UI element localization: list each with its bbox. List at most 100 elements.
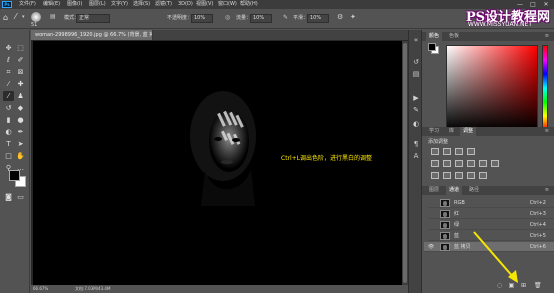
gradient-icon[interactable]: ▮ bbox=[3, 115, 14, 125]
pen-icon[interactable]: ✒ bbox=[15, 127, 26, 137]
paragraph-panel-icon[interactable]: ¶ bbox=[412, 140, 420, 148]
pressure-opacity-icon[interactable]: ◎ bbox=[225, 14, 230, 21]
chevron-down-icon[interactable]: ▾ bbox=[22, 14, 25, 20]
delete-channel-icon[interactable]: 🗑 bbox=[534, 282, 542, 289]
color-balance-icon[interactable] bbox=[455, 160, 463, 167]
gradient-map-icon[interactable] bbox=[467, 172, 475, 179]
airbrush-icon[interactable]: ✎ bbox=[283, 14, 288, 21]
move-icon[interactable]: ✥ bbox=[3, 43, 14, 53]
hue-slider[interactable] bbox=[542, 45, 548, 131]
panel-fg-swatch[interactable] bbox=[428, 43, 436, 51]
heal-icon[interactable]: ✚ bbox=[15, 79, 26, 89]
adjust-menu-icon[interactable]: ≡ bbox=[542, 127, 552, 136]
blur-icon[interactable]: ● bbox=[15, 115, 26, 125]
threshold-icon[interactable] bbox=[455, 172, 463, 179]
selective-color-icon[interactable] bbox=[479, 172, 487, 179]
menu-type[interactable]: 文字(Y) bbox=[111, 0, 128, 9]
brush-settings-icon[interactable]: ▤ bbox=[50, 13, 56, 20]
portrait-image bbox=[190, 91, 256, 206]
adjust-title: 添加调整 bbox=[428, 139, 449, 145]
zoom-level[interactable]: 66.67% bbox=[33, 285, 48, 293]
opacity-input[interactable]: 10% bbox=[191, 14, 213, 23]
eraser-icon[interactable]: ◆ bbox=[15, 103, 26, 113]
channel-row-red[interactable]: 红 Ctrl+3 bbox=[428, 209, 554, 219]
menu-help[interactable]: 帮助(H) bbox=[240, 0, 258, 9]
posterize-icon[interactable] bbox=[443, 172, 451, 179]
flow-label: 流量： bbox=[236, 15, 252, 21]
adjust-panel-tabs: 学习 库 调整 ≡ bbox=[422, 127, 554, 136]
rectangle-icon[interactable]: □ bbox=[3, 151, 14, 161]
menu-file[interactable]: 文件(F) bbox=[19, 0, 36, 9]
color-picker-field[interactable] bbox=[446, 45, 538, 131]
visibility-icon[interactable]: 👁 bbox=[426, 242, 436, 252]
menu-window[interactable]: 窗口(W) bbox=[218, 0, 237, 9]
channel-mixer-icon[interactable] bbox=[491, 160, 499, 167]
tab-libraries[interactable]: 库 bbox=[446, 127, 457, 136]
exposure-icon[interactable] bbox=[467, 148, 475, 155]
menu-select[interactable]: 选择(S) bbox=[133, 0, 150, 9]
invert-icon[interactable] bbox=[431, 172, 439, 179]
layers-menu-icon[interactable]: ≡ bbox=[542, 186, 552, 195]
tab-color[interactable]: 颜色 bbox=[426, 32, 443, 41]
channel-row-rgb[interactable]: RGB Ctrl+2 bbox=[428, 198, 554, 208]
channel-name: 绿 bbox=[454, 222, 460, 228]
lasso-icon[interactable]: ℓ bbox=[3, 55, 14, 65]
canvas[interactable] bbox=[33, 41, 405, 285]
hand-icon[interactable]: ✋ bbox=[15, 151, 26, 161]
color-panel-tabs: 颜色 色板 ≡ bbox=[422, 32, 554, 41]
tab-channels[interactable]: 通道 bbox=[446, 186, 463, 195]
menu-3d[interactable]: 3D(D) bbox=[178, 0, 193, 9]
tab-layers[interactable]: 图层 bbox=[426, 186, 442, 195]
menu-image[interactable]: 图像(I) bbox=[67, 0, 82, 9]
brushes-panel-icon[interactable]: ✎ bbox=[412, 106, 420, 114]
eyedropper-icon[interactable]: ⁄ bbox=[3, 79, 14, 89]
mode-select[interactable]: 正常 bbox=[76, 14, 110, 23]
path-select-icon[interactable]: ➤ bbox=[15, 139, 26, 149]
foreground-color-swatch[interactable] bbox=[9, 170, 20, 181]
gear-icon[interactable]: ⚙ bbox=[337, 13, 343, 21]
marquee-icon[interactable]: ⬚ bbox=[15, 43, 26, 53]
history-brush-icon[interactable]: ↺ bbox=[3, 103, 14, 113]
curves-icon[interactable] bbox=[455, 148, 463, 155]
history-panel-icon[interactable]: ↺ bbox=[412, 58, 420, 66]
brush-icon[interactable]: ⁄ bbox=[3, 91, 14, 101]
menu-layer[interactable]: 图层(L) bbox=[89, 0, 106, 9]
channel-thumbnail bbox=[440, 243, 450, 251]
brush-tool-icon[interactable]: ⁄ bbox=[15, 12, 16, 21]
properties-panel-icon[interactable]: ▤ bbox=[412, 70, 420, 78]
quick-select-icon[interactable]: ✐ bbox=[15, 55, 26, 65]
collapse-icon[interactable]: « bbox=[412, 36, 420, 44]
symmetry-icon[interactable]: ✦ bbox=[350, 13, 356, 21]
tab-paths[interactable]: 路径 bbox=[466, 186, 482, 195]
frame-icon[interactable]: ⊠ bbox=[15, 67, 26, 77]
actions-panel-icon[interactable]: ▶ bbox=[412, 94, 420, 102]
vibrance-icon[interactable] bbox=[431, 160, 439, 167]
menu-view[interactable]: 视图(V) bbox=[196, 0, 213, 9]
annotation-text: Ctrl+L调出色阶，进行黑白的调整 bbox=[281, 155, 373, 162]
panel-menu-icon[interactable]: ≡ bbox=[542, 32, 552, 41]
tab-learn[interactable]: 学习 bbox=[426, 127, 442, 136]
tab-swatches[interactable]: 色板 bbox=[446, 32, 462, 41]
black-white-icon[interactable] bbox=[467, 160, 475, 167]
scrollbar-thumb[interactable] bbox=[403, 43, 407, 283]
document-tab[interactable]: woman-2998996_1920.jpg @ 66.7% (背景, 蓝 拷贝… bbox=[31, 30, 153, 40]
flow-input[interactable]: 10% bbox=[250, 14, 272, 23]
character-panel-icon[interactable]: A bbox=[412, 152, 420, 160]
channel-name: 蓝 拷贝 bbox=[454, 244, 471, 250]
smoothing-input[interactable]: 10% bbox=[307, 14, 329, 23]
stamp-icon[interactable]: ♟ bbox=[15, 91, 26, 101]
levels-icon[interactable] bbox=[443, 148, 451, 155]
menu-edit[interactable]: 编辑(E) bbox=[43, 0, 60, 9]
hue-sat-icon[interactable] bbox=[443, 160, 451, 167]
photo-filter-icon[interactable] bbox=[479, 160, 487, 167]
crop-icon[interactable]: ⌗ bbox=[3, 67, 14, 77]
type-icon[interactable]: T bbox=[3, 139, 14, 149]
quick-mask-icon[interactable]: ◙ bbox=[3, 192, 14, 202]
dodge-icon[interactable]: ◐ bbox=[3, 127, 14, 137]
home-icon[interactable]: ⌂ bbox=[3, 13, 8, 22]
brightness-icon[interactable] bbox=[431, 148, 439, 155]
adjustments-panel-icon[interactable]: ◐ bbox=[412, 120, 420, 128]
tab-adjustments[interactable]: 调整 bbox=[460, 127, 477, 136]
screen-mode-icon[interactable]: ▭ bbox=[15, 192, 26, 202]
menu-filter[interactable]: 滤镜(T) bbox=[155, 0, 172, 9]
